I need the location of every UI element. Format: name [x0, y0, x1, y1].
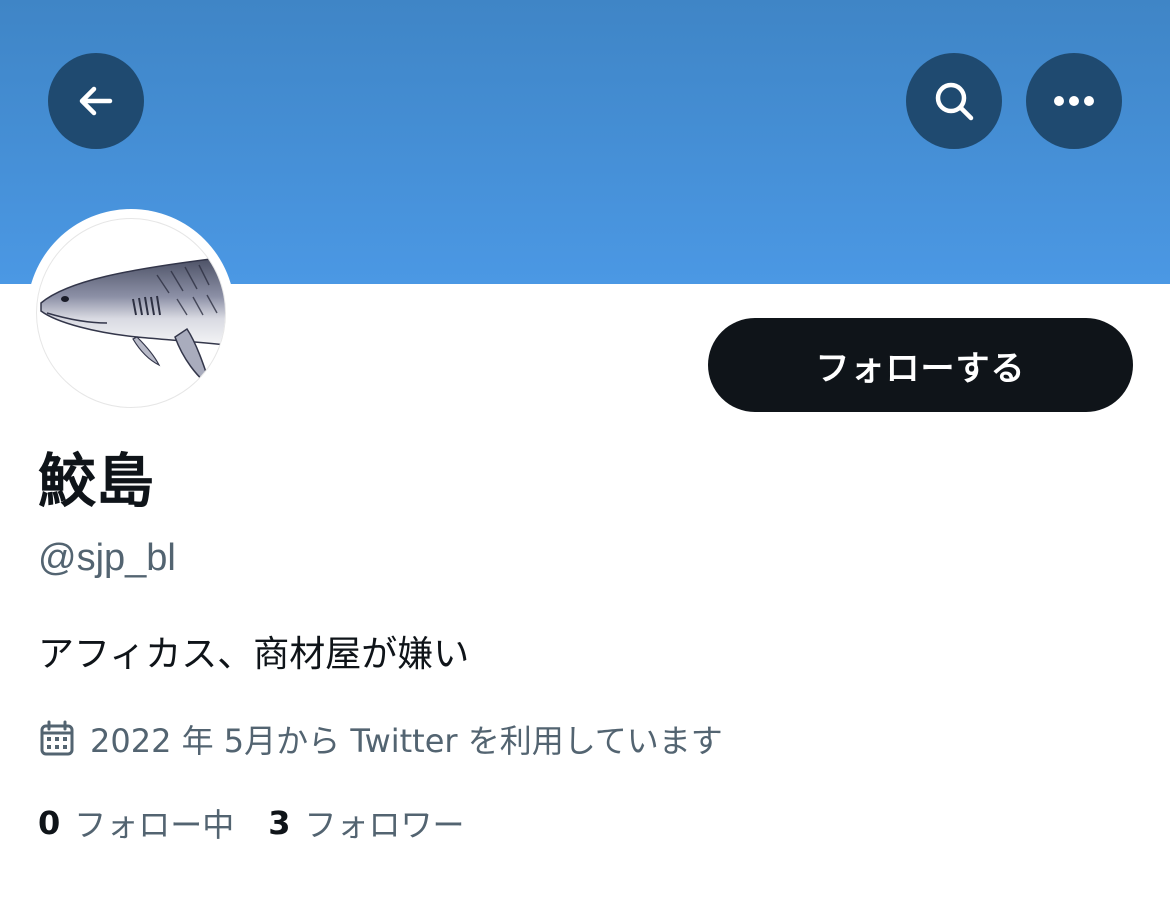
following-link[interactable]: 0 フォロー中	[38, 800, 234, 846]
following-count: 0	[38, 804, 61, 842]
display-name: 鮫島	[38, 447, 155, 515]
profile-page: フォローする 鮫島 @sjp_bl アフィカス、商材屋が嫌い 2022 年 5月…	[0, 0, 1170, 898]
more-button[interactable]	[1026, 53, 1122, 149]
followers-count: 3	[268, 804, 291, 842]
more-horizontal-icon	[1054, 96, 1094, 106]
follow-button[interactable]: フォローする	[708, 318, 1133, 412]
avatar[interactable]	[27, 209, 235, 417]
follow-stats: 0 フォロー中 3 フォロワー	[38, 800, 499, 846]
back-button[interactable]	[48, 53, 144, 149]
following-label: フォロー中	[74, 806, 235, 844]
arrow-left-icon	[79, 86, 113, 116]
joined-text: 2022 年 5月から Twitter を利用しています	[90, 722, 723, 760]
followers-label: フォロワー	[304, 806, 465, 844]
search-button[interactable]	[906, 53, 1002, 149]
search-icon	[935, 82, 974, 121]
shark-avatar	[36, 218, 226, 408]
followers-link[interactable]: 3 フォロワー	[268, 800, 464, 846]
profile-bio: アフィカス、商材屋が嫌い	[38, 634, 470, 675]
calendar-icon	[40, 720, 74, 756]
user-handle: @sjp_bl	[38, 537, 176, 579]
joined-date: 2022 年 5月から Twitter を利用しています	[38, 716, 723, 762]
